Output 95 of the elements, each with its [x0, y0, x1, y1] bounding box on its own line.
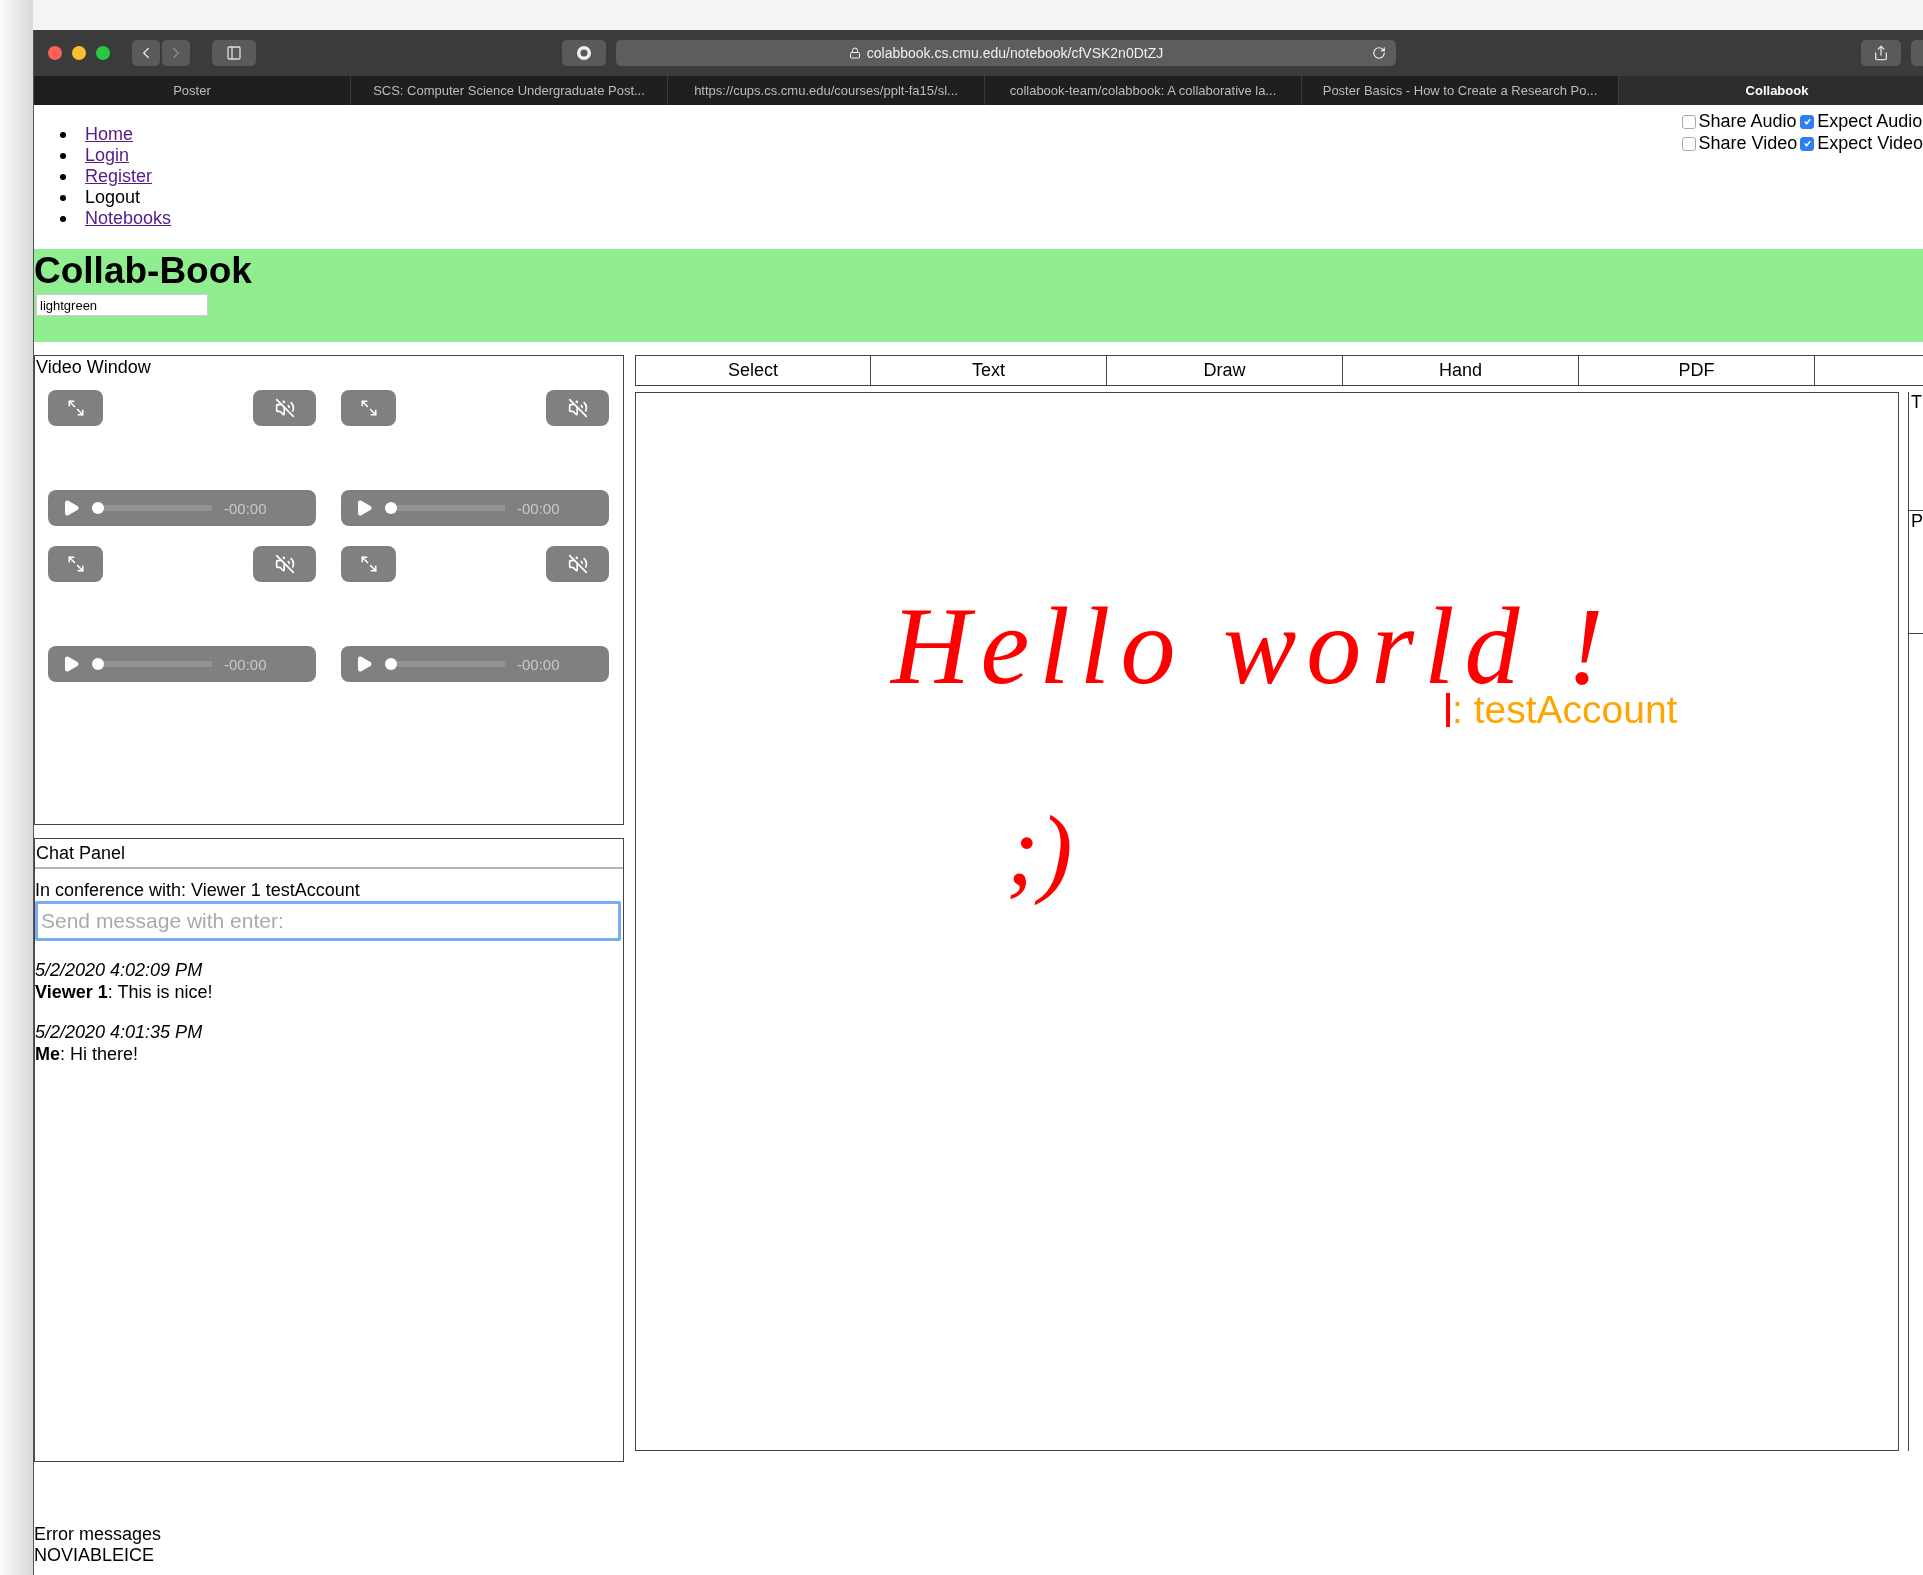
play-icon [355, 655, 373, 673]
muted-speaker-icon [567, 398, 588, 418]
fullscreen-icon [359, 555, 378, 573]
play-button[interactable] [355, 499, 373, 517]
nav-link[interactable]: Login [85, 145, 130, 166]
mute-button[interactable] [546, 390, 609, 426]
play-button[interactable] [62, 499, 80, 517]
error-message: NOVIABLEICE [34, 1545, 156, 1566]
sidebar-icon [226, 45, 242, 61]
fullscreen-button[interactable] [341, 390, 396, 426]
muted-speaker-icon [274, 554, 295, 574]
muted-speaker-icon [274, 398, 295, 418]
slider-thumb[interactable] [385, 502, 397, 514]
extension-button[interactable] [562, 40, 606, 66]
lock-icon [848, 47, 861, 59]
message-text: Viewer 1: This is nice! [35, 980, 214, 1003]
checkbox-label: Share Audio [1698, 111, 1797, 132]
bullet-icon [60, 131, 66, 138]
text-cursor-icon [1446, 693, 1450, 727]
fullscreen-icon [359, 399, 378, 417]
checkbox-label: Expect Video [1817, 133, 1923, 154]
drawing-canvas[interactable]: Hello world ! ;) : testAccount [635, 392, 1899, 1451]
fullscreen-icon [66, 555, 85, 573]
maximize-icon[interactable] [96, 46, 110, 60]
fullscreen-button[interactable] [341, 546, 396, 582]
fullscreen-button[interactable] [48, 390, 103, 426]
conference-text: In conference with: Viewer 1 testAccount [35, 878, 361, 901]
tool-tab[interactable]: PDF [1579, 355, 1815, 386]
time-remaining: -00:00 [517, 655, 560, 673]
nav-link[interactable]: Home [85, 124, 133, 145]
muted-speaker-icon [567, 554, 588, 574]
bullet-icon [60, 152, 66, 159]
fullscreen-icon [66, 399, 85, 417]
sidebar-button[interactable] [212, 40, 256, 66]
play-icon [355, 499, 373, 517]
cursor-label: : testAccount [1452, 688, 1678, 732]
mute-button[interactable] [253, 546, 316, 582]
fullscreen-button[interactable] [48, 546, 103, 582]
nav-link[interactable]: Register [85, 166, 153, 187]
tool-tab[interactable]: Draw [1107, 355, 1343, 386]
mute-button[interactable] [253, 390, 316, 426]
tool-tab[interactable]: Text [871, 355, 1107, 386]
url-text: colabbook.cs.cmu.edu/notebook/cfVSK2n0DtZJ [866, 45, 1164, 61]
time-remaining: -00:00 [224, 655, 267, 673]
seek-slider[interactable] [385, 502, 505, 514]
message-timestamp: 5/2/2020 4:02:09 PM [35, 958, 204, 981]
checkbox-label: Expect Audio [1817, 111, 1923, 132]
play-icon [62, 655, 80, 673]
side-panel-item: P [1909, 511, 1923, 634]
side-panel-item: T [1909, 392, 1923, 511]
play-icon [62, 499, 80, 517]
share-icon [1873, 45, 1889, 61]
errors-heading: Error messages [34, 1524, 163, 1545]
handwritten-text: ;) [1006, 794, 1073, 908]
slider-thumb[interactable] [385, 658, 397, 670]
panel-title: Video Window [35, 356, 152, 378]
bullet-icon [60, 194, 66, 201]
checkbox-label: Share Video [1698, 133, 1798, 154]
check-icon [1802, 117, 1812, 126]
play-button[interactable] [62, 655, 80, 673]
close-icon[interactable] [48, 46, 62, 60]
extension-icon [576, 45, 592, 61]
share-button[interactable] [1861, 40, 1901, 66]
address-bar[interactable]: colabbook.cs.cmu.edu/notebook/cfVSK2n0DtZJ [616, 40, 1396, 66]
seek-slider[interactable] [92, 502, 212, 514]
app-title: Collab-Book [34, 251, 253, 291]
color-input-field[interactable]: lightgreen [36, 294, 208, 316]
checkbox[interactable] [1681, 136, 1696, 151]
slider-thumb[interactable] [92, 502, 104, 514]
checkbox[interactable] [1800, 114, 1815, 129]
nav-text: Logout [85, 187, 141, 208]
mute-button[interactable] [546, 546, 609, 582]
seek-slider[interactable] [92, 658, 212, 670]
check-icon [1802, 139, 1812, 148]
message-text: Me: Hi there! [35, 1042, 140, 1065]
browser-tab[interactable]: Collabook [1619, 76, 1923, 105]
tool-tab[interactable]: Hand [1343, 355, 1579, 386]
slider-thumb[interactable] [92, 658, 104, 670]
bullet-icon [60, 173, 66, 180]
forward-button[interactable] [162, 40, 190, 66]
checkbox[interactable] [1800, 136, 1815, 151]
time-remaining: -00:00 [224, 499, 267, 517]
bullet-icon [60, 215, 66, 222]
panel-title: Chat Panel [35, 838, 623, 869]
message-input-field[interactable]: Send message with enter: [35, 900, 621, 941]
back-button[interactable] [132, 40, 160, 66]
play-button[interactable] [355, 655, 373, 673]
nav-link[interactable]: Notebooks [85, 208, 172, 229]
tool-tab[interactable]: Select [635, 355, 871, 386]
checkbox[interactable] [1681, 114, 1696, 129]
seek-slider[interactable] [385, 658, 505, 670]
message-timestamp: 5/2/2020 4:01:35 PM [35, 1020, 204, 1043]
reload-icon[interactable] [1372, 46, 1386, 60]
minimize-icon[interactable] [72, 46, 86, 60]
time-remaining: -00:00 [517, 499, 560, 517]
